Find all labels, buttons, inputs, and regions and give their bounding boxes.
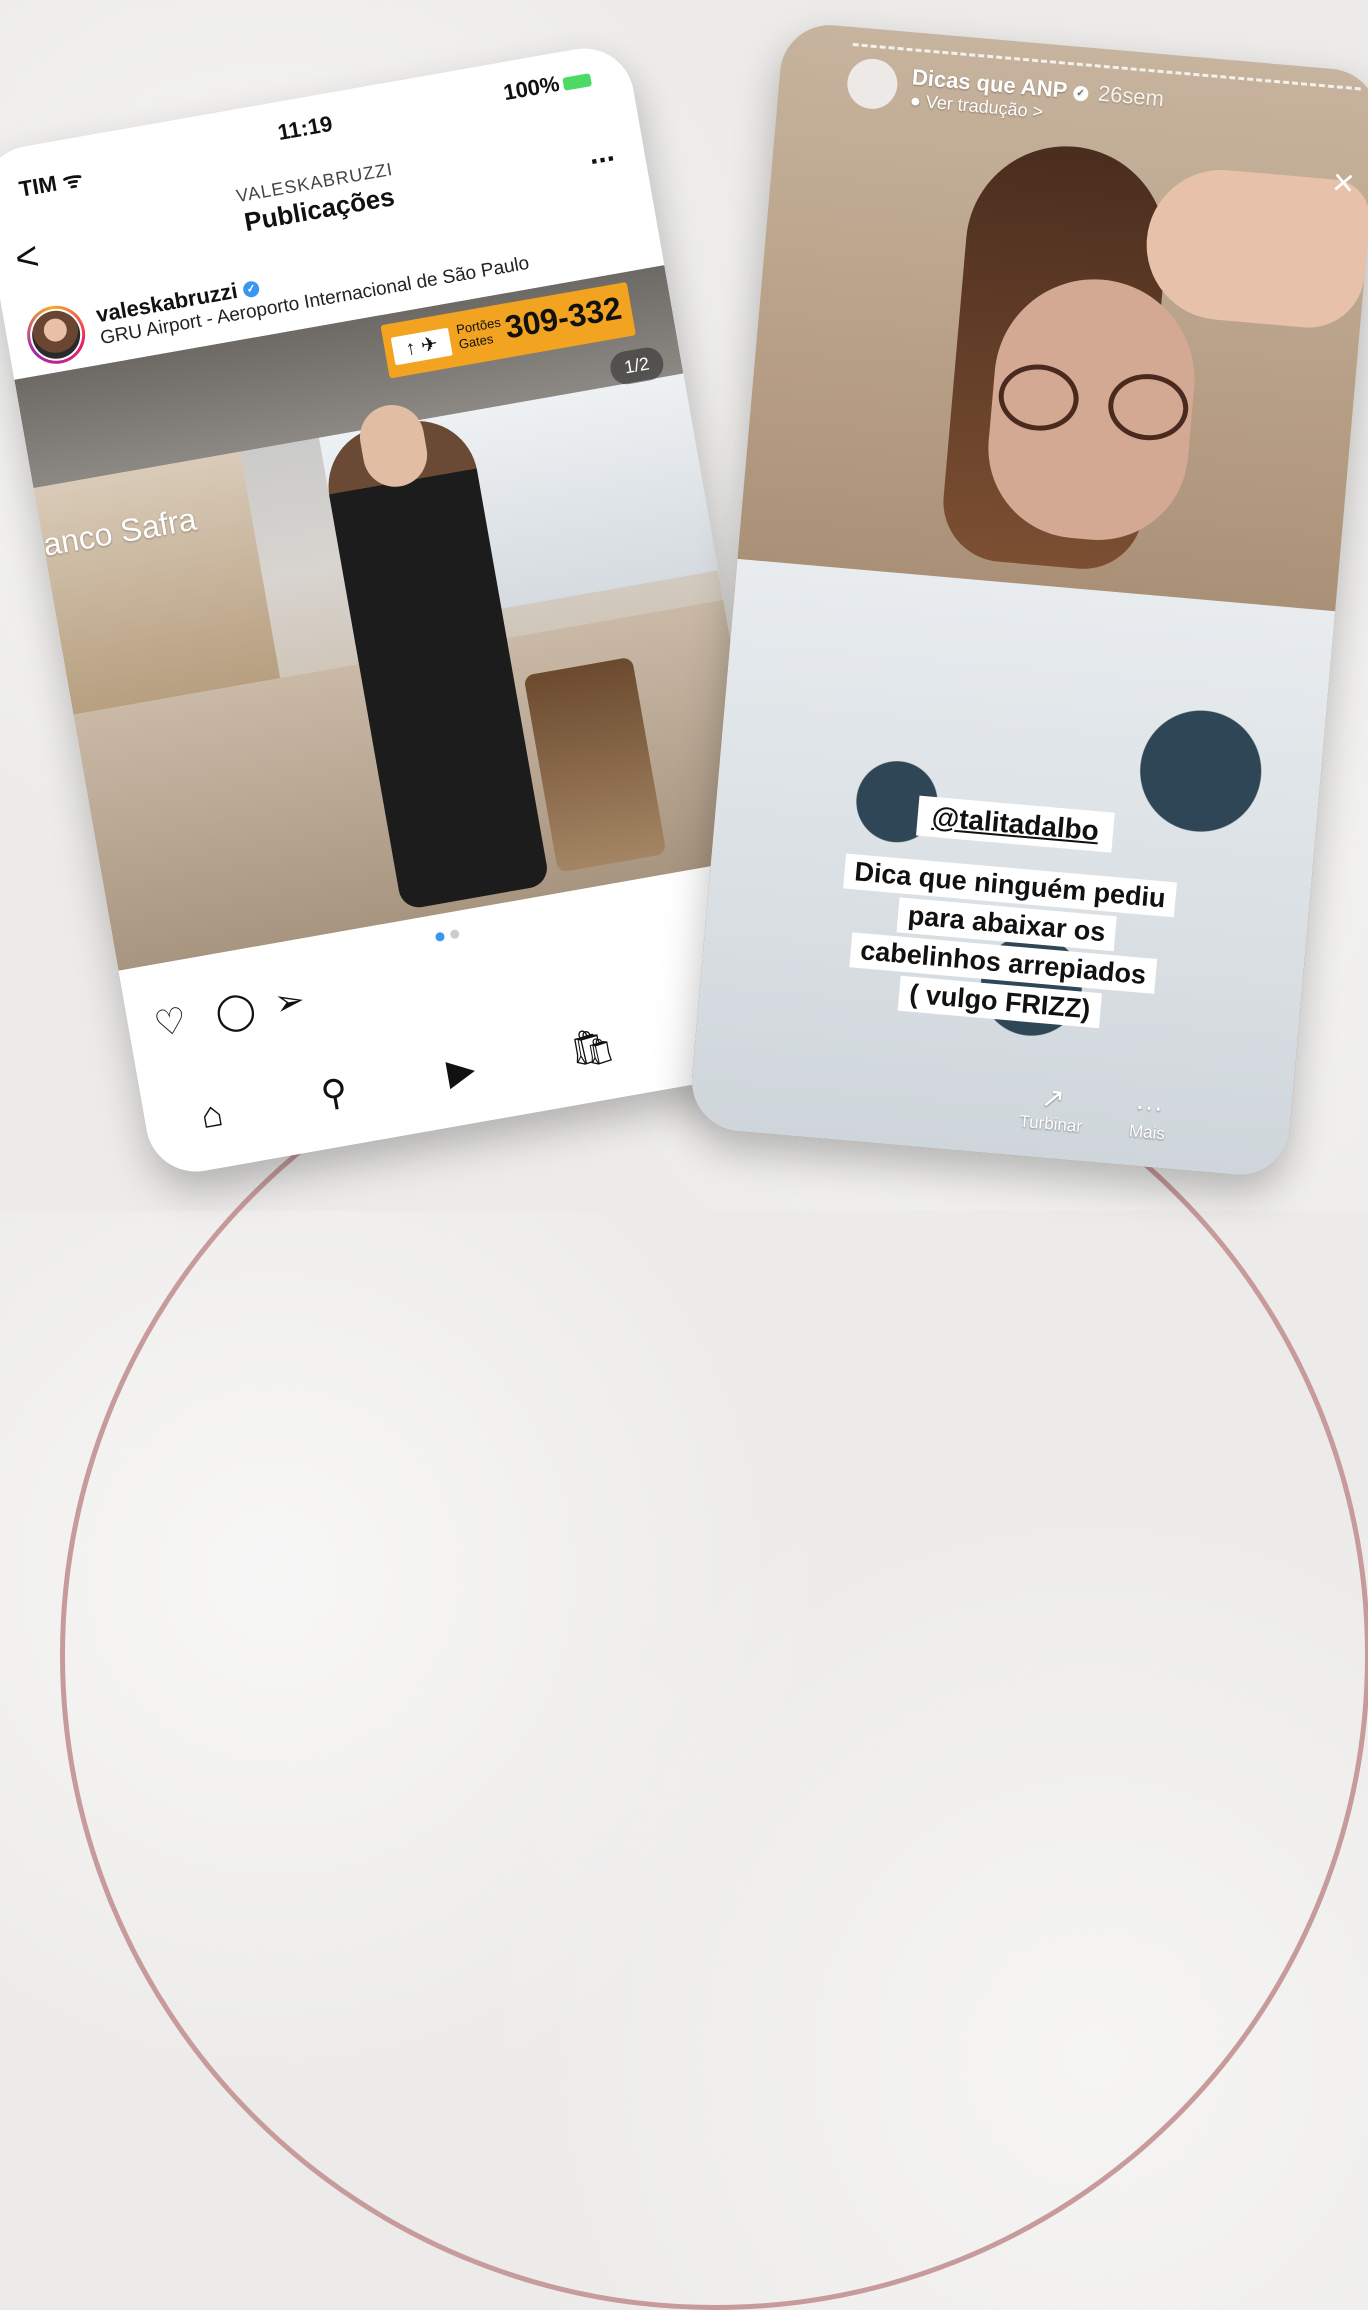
trend-arrow-icon: ↗ — [1039, 1081, 1067, 1115]
search-icon[interactable]: ⚲ — [318, 1070, 351, 1115]
author-avatar[interactable] — [22, 301, 90, 369]
instagram-post-phone: TIM ᯤ 11:19 100% < VALESKABRUZZI Publica… — [0, 40, 806, 1180]
instagram-story-phone: Dicas que ANP ✓ 26sem ● Ver tradução > × @… — [687, 20, 1368, 1180]
more-dots-icon: ··· — [1133, 1089, 1165, 1124]
verified-badge-icon: ✓ — [1072, 85, 1089, 102]
share-icon[interactable]: ➢ — [271, 978, 308, 1024]
comment-icon[interactable]: ◯ — [212, 987, 259, 1034]
reels-icon[interactable]: ▶ — [444, 1048, 478, 1093]
more-button[interactable]: ··· Mais — [1128, 1089, 1168, 1144]
story-time: 26sem — [1097, 80, 1165, 112]
verified-badge-icon: ✓ — [242, 280, 261, 299]
boost-button[interactable]: ↗ Turbinar — [1019, 1079, 1086, 1137]
battery-icon — [562, 72, 593, 91]
story-caption: @talitadalbo Dica que ninguém pediu para… — [739, 782, 1276, 1044]
post-photo[interactable]: anco Safra ↑ ✈ Portões Gates 309-332 1/2 — [14, 265, 769, 971]
speech-bubble-icon: ● — [909, 90, 922, 112]
story-avatar[interactable] — [845, 56, 900, 111]
decorative-arc — [60, 1000, 1368, 2310]
like-icon[interactable]: ♡ — [151, 999, 190, 1045]
shop-icon[interactable]: 🛍 — [566, 1023, 618, 1071]
home-icon[interactable]: ⌂ — [197, 1092, 226, 1136]
close-icon[interactable]: × — [1330, 161, 1357, 206]
gate-arrows-icon: ↑ ✈ — [390, 327, 453, 366]
